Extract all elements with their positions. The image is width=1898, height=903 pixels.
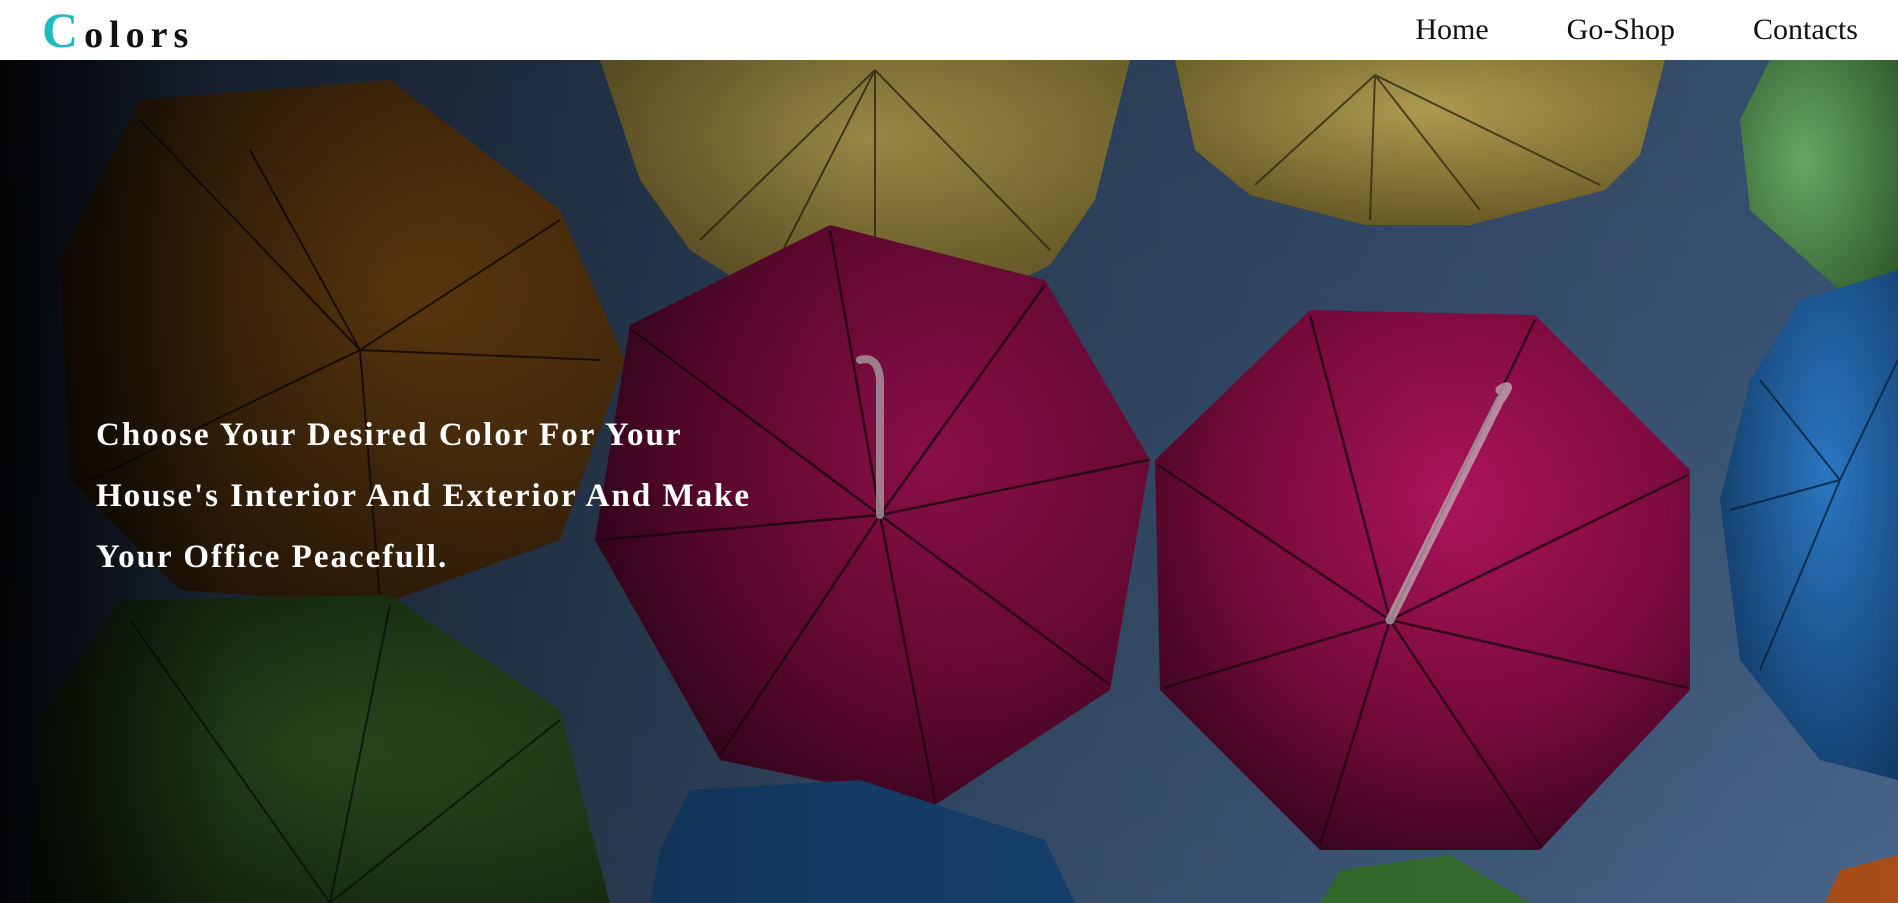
hero-headline-line-1: Choose Your Desired Color For Your <box>96 417 683 453</box>
nav-go-shop-link[interactable]: Go-Shop <box>1567 13 1675 47</box>
top-navbar: Colors Home Go-Shop Contacts <box>0 0 1898 60</box>
nav-contacts-link[interactable]: Contacts <box>1753 13 1858 47</box>
main-nav: Home Go-Shop Contacts <box>1415 0 1858 60</box>
brand-logo[interactable]: Colors <box>42 2 194 58</box>
logo-text: olors <box>84 14 195 56</box>
hero-headline-line-3: Your Office Peacefull. <box>96 539 449 575</box>
hero-section: Choose Your Desired Color For Your House'… <box>0 60 1898 903</box>
hero-headline: Choose Your Desired Color For Your House'… <box>96 405 836 588</box>
nav-home-link[interactable]: Home <box>1415 13 1488 47</box>
logo-initial: C <box>42 2 85 58</box>
hero-headline-line-2: House's Interior And Exterior And Make <box>96 478 752 514</box>
